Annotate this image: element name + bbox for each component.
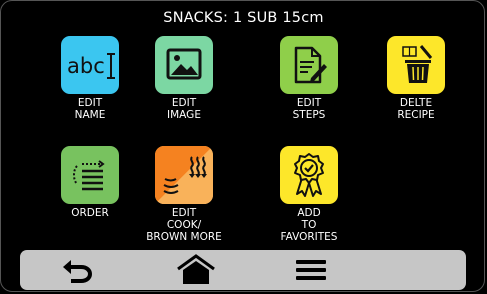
abc-icon-text: abc xyxy=(67,54,105,78)
edit-name-icon: abc xyxy=(61,36,119,94)
edit-name-label: EDIT NAME xyxy=(74,97,106,121)
delete-recipe-button[interactable]: DELTE RECIPE xyxy=(376,36,456,121)
add-to-favorites-label: ADD TO FAVORITES xyxy=(280,207,338,243)
add-to-favorites-button[interactable]: ADD TO FAVORITES xyxy=(269,146,349,243)
edit-image-button[interactable]: EDIT IMAGE xyxy=(144,36,224,121)
delete-recipe-label: DELTE RECIPE xyxy=(397,97,435,121)
image-icon xyxy=(155,36,213,94)
edit-cook-brown-more-label: EDIT COOK/ BROWN MORE xyxy=(146,207,222,243)
menu-icon xyxy=(296,260,326,280)
order-button[interactable]: ORDER xyxy=(50,146,130,219)
edit-name-button[interactable]: abc EDIT NAME xyxy=(50,36,130,121)
document-edit-icon xyxy=(280,36,338,94)
edit-image-label: EDIT IMAGE xyxy=(167,97,201,121)
edit-steps-label: EDIT STEPS xyxy=(292,97,326,121)
menu-button[interactable] xyxy=(281,250,341,290)
award-badge-icon xyxy=(280,146,338,204)
home-icon xyxy=(177,254,215,284)
edit-cook-brown-more-button[interactable]: EDIT COOK/ BROWN MORE xyxy=(144,146,224,243)
edit-steps-button[interactable]: EDIT STEPS xyxy=(269,36,349,121)
page-title: SNACKS: 1 SUB 15cm xyxy=(163,10,324,26)
home-button[interactable] xyxy=(166,250,226,290)
back-arrow-icon xyxy=(63,260,93,283)
trash-icon xyxy=(387,36,445,94)
bottom-navbar xyxy=(20,250,466,290)
order-list-icon xyxy=(61,146,119,204)
order-label: ORDER xyxy=(71,207,109,219)
back-button[interactable] xyxy=(47,250,107,290)
heat-icon xyxy=(155,146,213,204)
